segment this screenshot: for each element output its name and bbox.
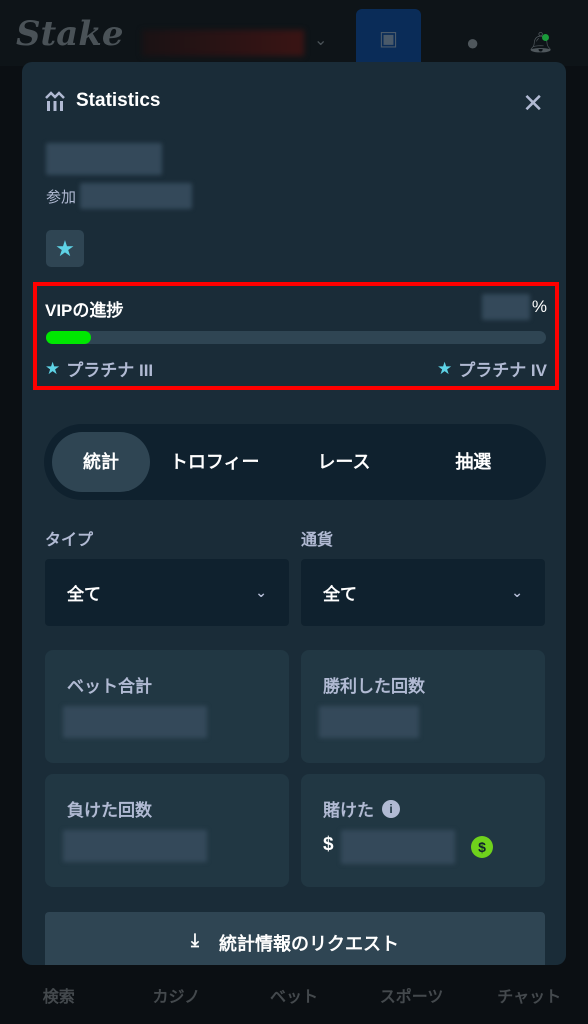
download-icon: ⤓ xyxy=(191,930,199,950)
wallet-button[interactable]: ▣ xyxy=(356,9,421,66)
wagered-title: 賭けた i xyxy=(323,796,400,821)
chevron-down-icon[interactable]: ⌄ xyxy=(314,30,327,50)
percent-blurred xyxy=(481,294,530,320)
chevron-down-icon: ⌄ xyxy=(511,584,523,600)
chevron-down-icon: ⌄ xyxy=(255,584,267,600)
current-level: ★ プラチナ III xyxy=(45,356,153,381)
type-value: 全て xyxy=(67,585,101,604)
joined-date-blurred xyxy=(80,183,193,209)
current-level-label: プラチナ III xyxy=(66,361,154,380)
nav-bets[interactable]: ベット xyxy=(244,983,344,1024)
wins-label: 勝利した回数 xyxy=(323,677,425,696)
close-icon[interactable]: ✕ xyxy=(522,88,544,119)
wallet-icon: ▣ xyxy=(379,28,398,50)
statistics-modal: Statistics ✕ 参加 ★ VIPの進捗 % ★ プラチナ III ★ プラ… xyxy=(22,62,566,965)
user-icon[interactable]: ● xyxy=(466,30,479,56)
losses-label: 負けた回数 xyxy=(67,801,152,820)
username-blurred xyxy=(46,143,162,175)
bottom-nav: 検索 カジノ ベット スポーツ チャット xyxy=(0,955,588,1024)
vip-percent: % xyxy=(481,294,547,320)
wagered-label: 賭けた xyxy=(323,801,374,820)
nav-chat[interactable]: チャット xyxy=(479,983,579,1024)
platinum-star-icon: ★ xyxy=(45,358,61,378)
type-label: タイプ xyxy=(45,532,94,549)
currency-select[interactable]: 全て ⌄ xyxy=(301,559,545,626)
percent-sign: % xyxy=(531,297,547,316)
wins-value-blurred xyxy=(319,706,419,738)
balance-blurred[interactable] xyxy=(142,30,304,56)
stake-logo[interactable]: Stake xyxy=(16,14,123,54)
platinum-star-icon: ★ xyxy=(436,358,453,378)
vip-progress-title: VIPの進捗 xyxy=(45,301,124,320)
nav-casino[interactable]: カジノ xyxy=(126,983,226,1024)
tab-bar: 統計 トロフィー レース 抽選 xyxy=(44,424,546,500)
joined-label: 参加 xyxy=(46,188,77,206)
type-select[interactable]: 全て ⌄ xyxy=(45,559,289,626)
info-icon[interactable]: i xyxy=(382,799,400,818)
modal-title: Statistics xyxy=(44,90,160,112)
nav-sports[interactable]: スポーツ xyxy=(362,983,462,1024)
total-bets-value-blurred xyxy=(63,706,207,738)
tab-raffles[interactable]: 抽選 xyxy=(409,432,538,492)
wins-card: 勝利した回数 xyxy=(301,650,545,763)
vip-progress-fill xyxy=(46,331,91,344)
joined-date: 参加 xyxy=(46,183,193,209)
losses-card: 負けた回数 xyxy=(45,774,289,887)
title-text: Statistics xyxy=(76,90,161,111)
dollar-coin-icon: $ xyxy=(471,836,493,858)
wagered-card: 賭けた i $ $ xyxy=(301,774,545,887)
total-bets-card: ベット合計 xyxy=(45,650,289,763)
bell-icon[interactable]: 🔔︎ xyxy=(528,30,553,55)
top-header: Stake ⌄ ▣ ● 🔔︎ xyxy=(0,0,588,66)
statistics-icon xyxy=(45,91,65,111)
tab-trophies[interactable]: トロフィー xyxy=(150,432,279,492)
vip-progress-section: VIPの進捗 % ★ プラチナ III ★ プラチナ IV xyxy=(33,282,559,390)
next-level-label: プラチナ IV xyxy=(458,361,547,380)
tab-races[interactable]: レース xyxy=(279,432,408,492)
request-statistics-button[interactable]: ⤓ 統計情報のリクエスト xyxy=(45,912,545,965)
tab-stats[interactable]: 統計 xyxy=(52,432,150,492)
vip-star-badge-icon: ★ xyxy=(46,230,84,267)
currency-value: 全て xyxy=(323,585,357,604)
wagered-value-blurred xyxy=(341,830,455,864)
currency-symbol: $ xyxy=(323,834,334,855)
vip-progress-bar xyxy=(46,331,546,344)
nav-search[interactable]: 検索 xyxy=(9,983,109,1024)
next-level: ★ プラチナ IV xyxy=(437,356,547,381)
currency-label: 通貨 xyxy=(301,532,334,549)
total-bets-label: ベット合計 xyxy=(67,677,152,696)
losses-value-blurred xyxy=(63,830,207,862)
request-statistics-label: 統計情報のリクエスト xyxy=(218,934,399,954)
notification-dot xyxy=(542,34,549,41)
